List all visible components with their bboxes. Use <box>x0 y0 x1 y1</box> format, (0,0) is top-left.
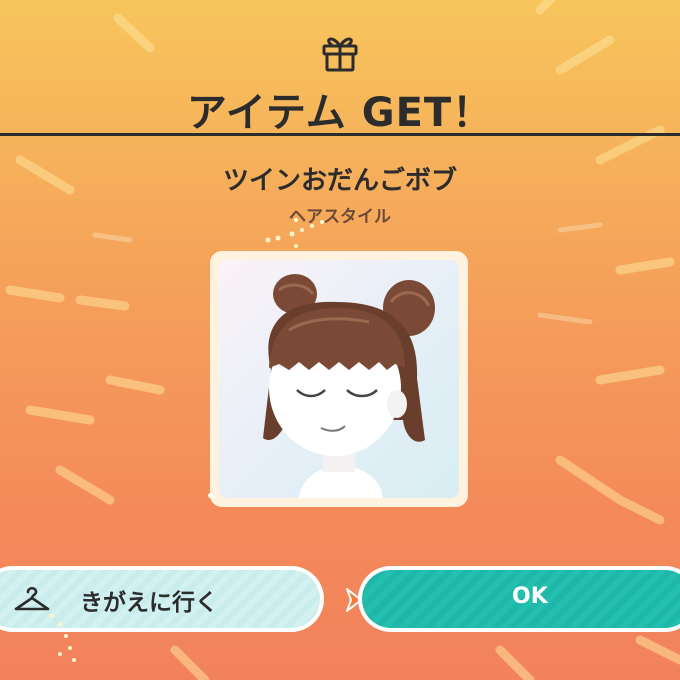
sparkle-dots <box>50 614 76 662</box>
gift-box-icon <box>322 37 358 72</box>
sparkle-icon <box>265 218 324 248</box>
item-category: ヘアスタイル <box>289 207 391 227</box>
sparkle-dot <box>208 493 213 498</box>
ok-button-face[interactable]: OK <box>362 570 680 628</box>
item-name: ツインおだんごボブ <box>222 166 457 196</box>
item-preview <box>219 260 459 498</box>
go-change-clothes-label: きがえに行く <box>80 590 218 616</box>
page-title: アイテム GET！ <box>186 90 494 136</box>
ok-button-label: OK <box>512 584 548 609</box>
item-preview-frame <box>210 251 468 507</box>
title-divider <box>0 133 680 136</box>
avatar-hairstyle-preview <box>263 274 435 498</box>
ok-button[interactable]: OK <box>358 566 680 632</box>
